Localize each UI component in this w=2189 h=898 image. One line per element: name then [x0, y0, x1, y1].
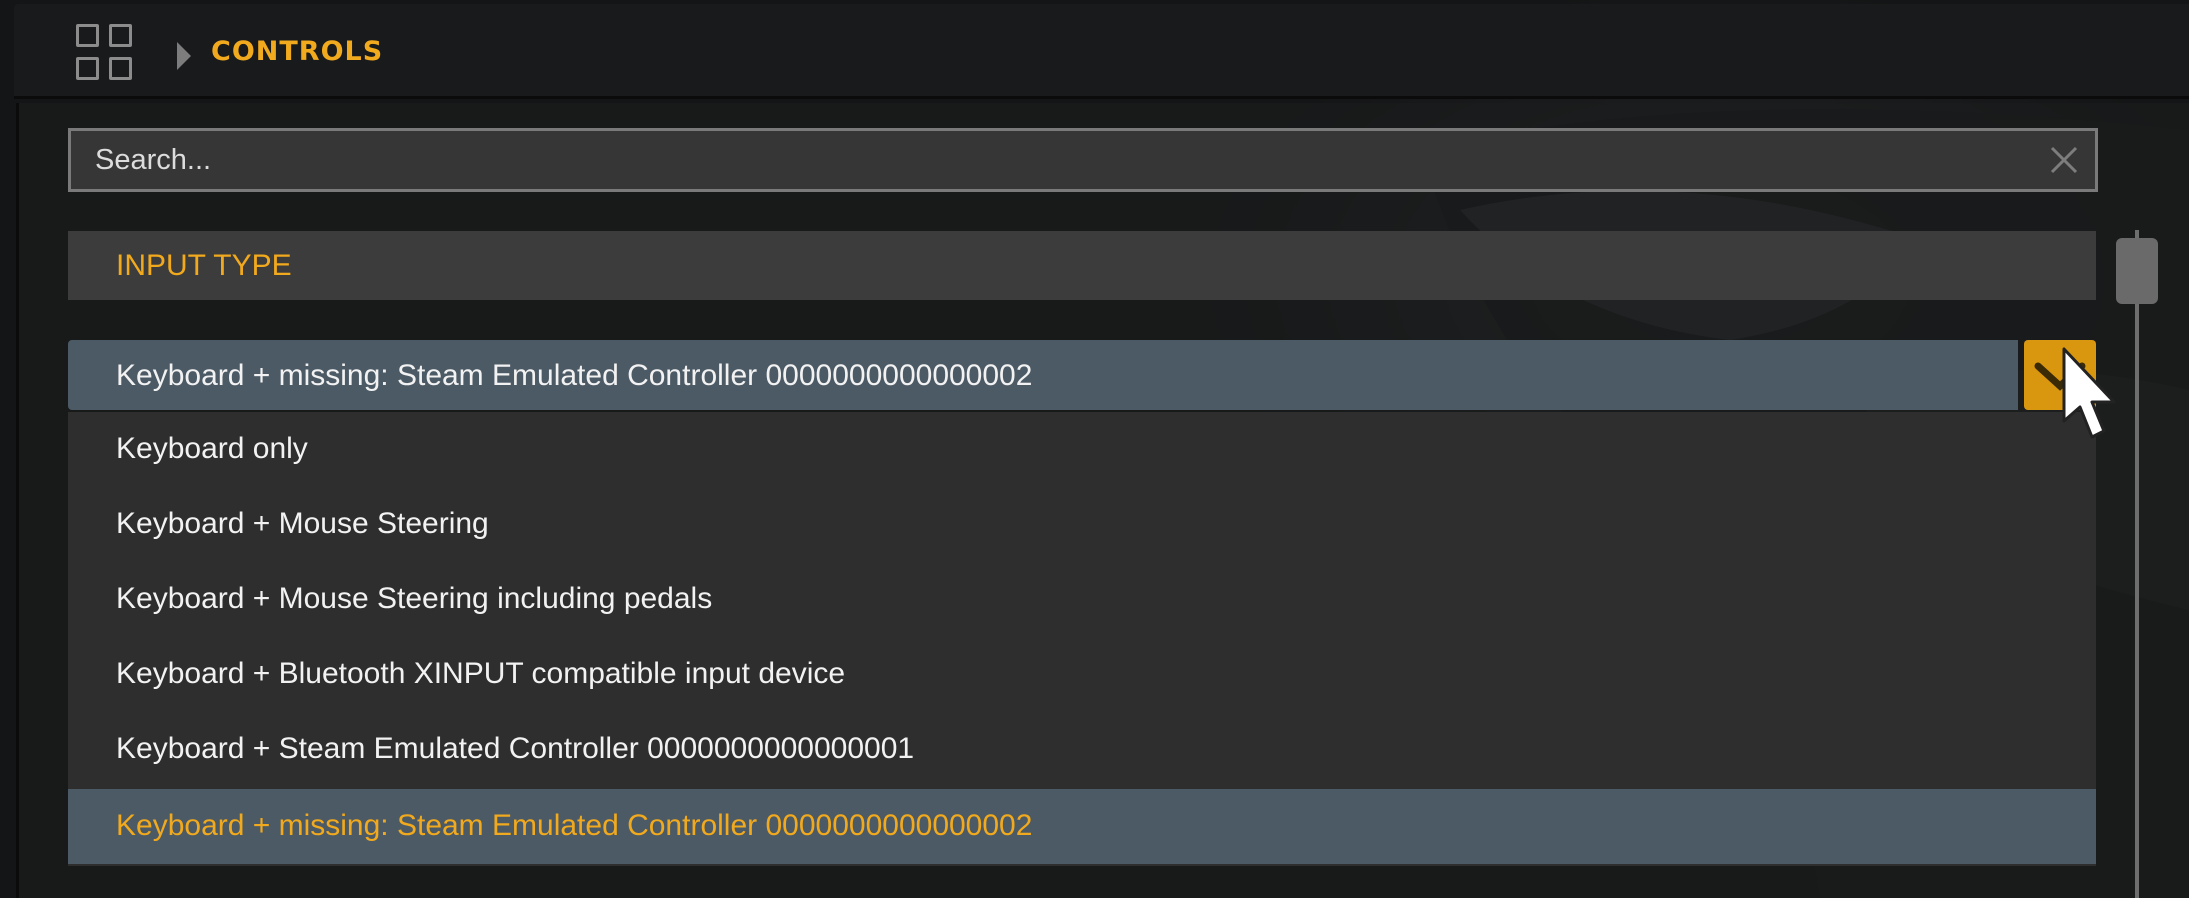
close-icon[interactable]	[2049, 145, 2079, 175]
dropdown-option[interactable]: Keyboard + Steam Emulated Controller 000…	[68, 712, 2096, 787]
input-type-dropdown[interactable]: Keyboard + missing: Steam Emulated Contr…	[68, 340, 2018, 410]
dropdown-options-list: Keyboard only Keyboard + Mouse Steering …	[68, 412, 2096, 866]
option-label: Keyboard only	[116, 432, 308, 465]
option-label: Keyboard + Bluetooth XINPUT compatible i…	[116, 657, 846, 690]
dropdown-option[interactable]: Keyboard + Bluetooth XINPUT compatible i…	[68, 637, 2096, 712]
dropdown-selected-value: Keyboard + missing: Steam Emulated Contr…	[116, 359, 1033, 392]
search-box	[68, 128, 2098, 192]
dropdown-option[interactable]: Keyboard only	[68, 412, 2096, 487]
apps-grid-icon[interactable]	[76, 24, 136, 82]
scrollbar-track[interactable]	[2135, 230, 2139, 898]
dropdown-option[interactable]: Keyboard + Mouse Steering	[68, 487, 2096, 562]
dropdown-option-selected[interactable]: Keyboard + missing: Steam Emulated Contr…	[68, 789, 2096, 864]
option-label: Keyboard + missing: Steam Emulated Contr…	[116, 809, 1033, 842]
section-title: INPUT TYPE	[116, 249, 292, 282]
chevron-down-icon	[2034, 362, 2086, 391]
search-input[interactable]	[71, 131, 2055, 189]
option-label: Keyboard + Mouse Steering	[116, 507, 489, 540]
page-title: CONTROLS	[211, 36, 384, 67]
dropdown-option[interactable]: Keyboard + Mouse Steering including peda…	[68, 562, 2096, 637]
section-header-input-type: INPUT TYPE	[68, 231, 2096, 300]
option-label: Keyboard + Steam Emulated Controller 000…	[116, 732, 915, 765]
controls-screen: CONTROLS INPUT TYPE Keyboard + missing: …	[0, 0, 2189, 898]
option-label: Keyboard + Mouse Steering including peda…	[116, 582, 713, 615]
scrollbar-thumb[interactable]	[2116, 238, 2158, 304]
chevron-right-icon	[177, 42, 191, 70]
top-bar: CONTROLS	[14, 4, 2189, 99]
dropdown-toggle-button[interactable]	[2024, 340, 2096, 410]
